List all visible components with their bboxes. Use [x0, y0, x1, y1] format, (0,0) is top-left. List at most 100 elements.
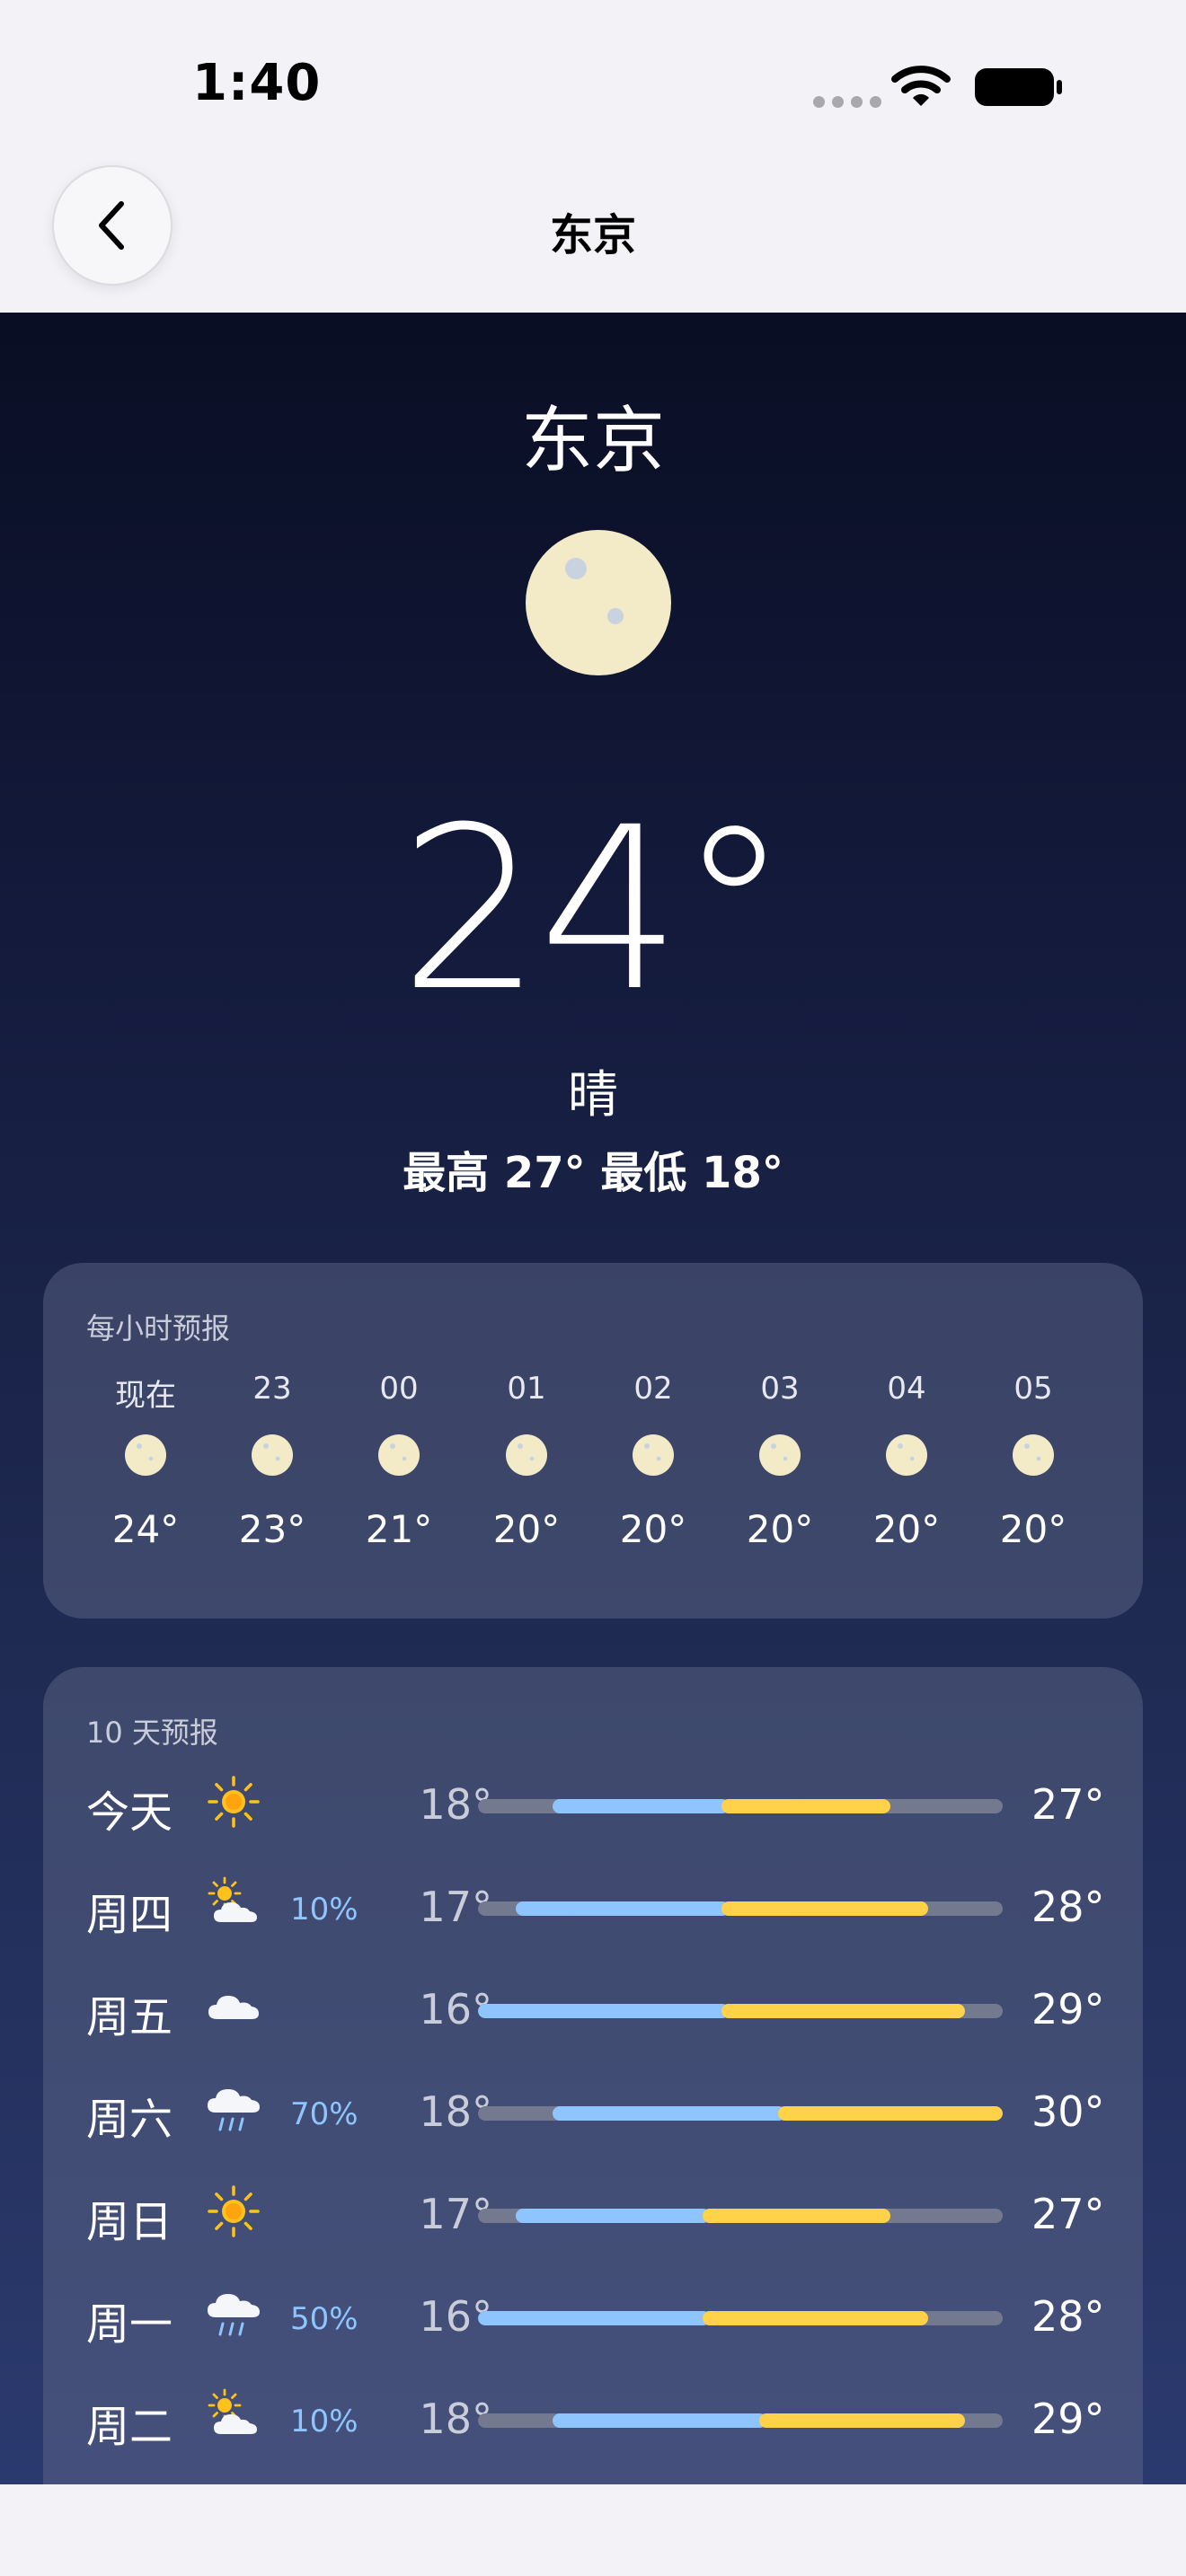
moon-icon — [1012, 1434, 1055, 1477]
hourly-forecast-card: 每小时预报 现在 24° 23 23° 00 21° 01 20° 02 20° 03 20° 04 20… — [43, 1263, 1143, 1619]
cool-range-segment — [553, 1799, 730, 1813]
hourly-temperature: 21° — [365, 1507, 433, 1551]
low-temperature: 16° — [419, 1985, 492, 2033]
day-name: 周四 — [86, 1890, 173, 1940]
day-name: 周二 — [86, 2402, 173, 2452]
hourly-temperature: 20° — [492, 1507, 561, 1551]
day-name: 周日 — [86, 2197, 173, 2247]
daily-forecast-row: 周一 50% 16° 28° — [43, 2278, 1143, 2350]
low-temperature: 17° — [419, 2190, 492, 2238]
hourly-time-label: 02 — [633, 1371, 673, 1407]
daily-forecast-row: 周二 10% 18° 29° — [43, 2380, 1143, 2452]
temperature-range-bar — [478, 1901, 1003, 1916]
high-temperature: 30° — [1031, 2087, 1105, 2136]
hourly-time-label: 01 — [507, 1371, 546, 1407]
low-temperature: 16° — [419, 2292, 492, 2341]
hourly-time-label: 05 — [1013, 1371, 1053, 1407]
hourly-item: 23 23° — [218, 1371, 326, 1551]
daily-forecast-row: 今天 18° 27° — [43, 1766, 1143, 1838]
high-low-temperature: 最高 27° 最低 18° — [403, 1148, 783, 1198]
hourly-temperature: 20° — [872, 1507, 941, 1551]
hourly-item: 05 20° — [979, 1371, 1087, 1551]
hourly-temperature: 20° — [999, 1507, 1067, 1551]
day-name: 今天 — [86, 1787, 173, 1838]
moon-icon — [377, 1434, 420, 1477]
hourly-temperature: 20° — [746, 1507, 814, 1551]
temperature-range-bar — [478, 2209, 1003, 2223]
temperature-range-bar — [478, 2106, 1003, 2121]
city-name: 东京 — [521, 399, 665, 482]
warm-range-segment — [721, 1901, 928, 1916]
status-time: 1:40 — [192, 54, 322, 112]
rain-icon — [205, 2285, 262, 2342]
navigation-bar: 东京 — [0, 162, 1186, 313]
hourly-time-label: 04 — [887, 1371, 926, 1407]
hourly-item: 04 20° — [853, 1371, 960, 1551]
day-name: 周六 — [86, 2095, 173, 2145]
high-temperature: 28° — [1031, 2292, 1105, 2341]
cloud-icon — [205, 1978, 262, 2035]
high-temperature: 27° — [1031, 1780, 1105, 1829]
cool-range-segment — [515, 2209, 711, 2223]
cool-range-segment — [478, 2311, 711, 2325]
temperature-range-bar — [478, 2004, 1003, 2018]
precipitation-chance: 70% — [290, 2096, 358, 2132]
hourly-temperature: 20° — [619, 1507, 687, 1551]
hourly-item: 现在 24° — [92, 1371, 199, 1551]
high-temperature: 28° — [1031, 1883, 1105, 1931]
temperature-range-bar — [478, 2311, 1003, 2325]
moon-icon — [526, 530, 671, 675]
moon-icon — [758, 1434, 801, 1477]
hourly-forecast-title: 每小时预报 — [86, 1311, 231, 1345]
moon-icon — [124, 1434, 167, 1477]
cool-range-segment — [553, 2106, 785, 2121]
day-name: 周一 — [86, 2299, 173, 2350]
hourly-item: 00 21° — [345, 1371, 453, 1551]
hourly-time-label: 03 — [760, 1371, 800, 1407]
hourly-temperature: 24° — [111, 1507, 180, 1551]
daily-forecast-card: 10 天预报 今天 18° 27° 周四 10% 17° 28° 周五 16° 29° 周六 70% 1… — [43, 1667, 1143, 2484]
hourly-temperature: 23° — [238, 1507, 306, 1551]
warm-range-segment — [777, 2106, 1003, 2121]
daily-forecast-row: 周六 70% 18° 30° — [43, 2073, 1143, 2145]
daily-forecast-row: 周四 10% 17° 28° — [43, 1868, 1143, 1940]
hourly-item: 01 20° — [473, 1371, 580, 1551]
hourly-time-label: 23 — [252, 1371, 292, 1407]
warm-range-segment — [703, 2209, 890, 2223]
daily-forecast-row: 周日 17° 27° — [43, 2175, 1143, 2247]
day-name: 周五 — [86, 1992, 173, 2042]
high-temperature: 27° — [1031, 2190, 1105, 2238]
precipitation-chance: 10% — [290, 1892, 358, 1928]
rain-icon — [205, 2080, 262, 2138]
warm-range-segment — [703, 2311, 928, 2325]
daily-forecast-row: 周五 16° 29° — [43, 1971, 1143, 2042]
hourly-time-label: 现在 — [115, 1378, 176, 1414]
hourly-time-label: 00 — [379, 1371, 419, 1407]
moon-icon — [505, 1434, 548, 1477]
warm-range-segment — [721, 1799, 890, 1813]
precipitation-chance: 10% — [290, 2404, 358, 2439]
cool-range-segment — [553, 2413, 766, 2428]
wifi-icon — [891, 66, 951, 106]
precipitation-chance: 50% — [290, 2301, 358, 2337]
cool-range-segment — [515, 1901, 730, 1916]
current-temperature: 24° — [399, 779, 790, 1040]
high-temperature: 29° — [1031, 2395, 1105, 2443]
low-temperature: 17° — [419, 1883, 492, 1931]
moon-icon — [885, 1434, 928, 1477]
low-temperature: 18° — [419, 2087, 492, 2136]
temperature-range-bar — [478, 2413, 1003, 2428]
partly-cloudy-icon — [205, 1875, 262, 1933]
cellular-signal-icon — [813, 96, 881, 108]
low-temperature: 18° — [419, 2395, 492, 2443]
temperature-range-bar — [478, 1799, 1003, 1813]
high-temperature: 29° — [1031, 1985, 1105, 2033]
moon-icon — [632, 1434, 675, 1477]
cool-range-segment — [478, 2004, 730, 2018]
current-condition: 晴 — [568, 1066, 618, 1125]
low-temperature: 18° — [419, 1780, 492, 1829]
warm-range-segment — [758, 2413, 966, 2428]
sun-icon — [205, 2183, 262, 2240]
hourly-item: 02 20° — [599, 1371, 707, 1551]
partly-cloudy-icon — [205, 2387, 262, 2445]
